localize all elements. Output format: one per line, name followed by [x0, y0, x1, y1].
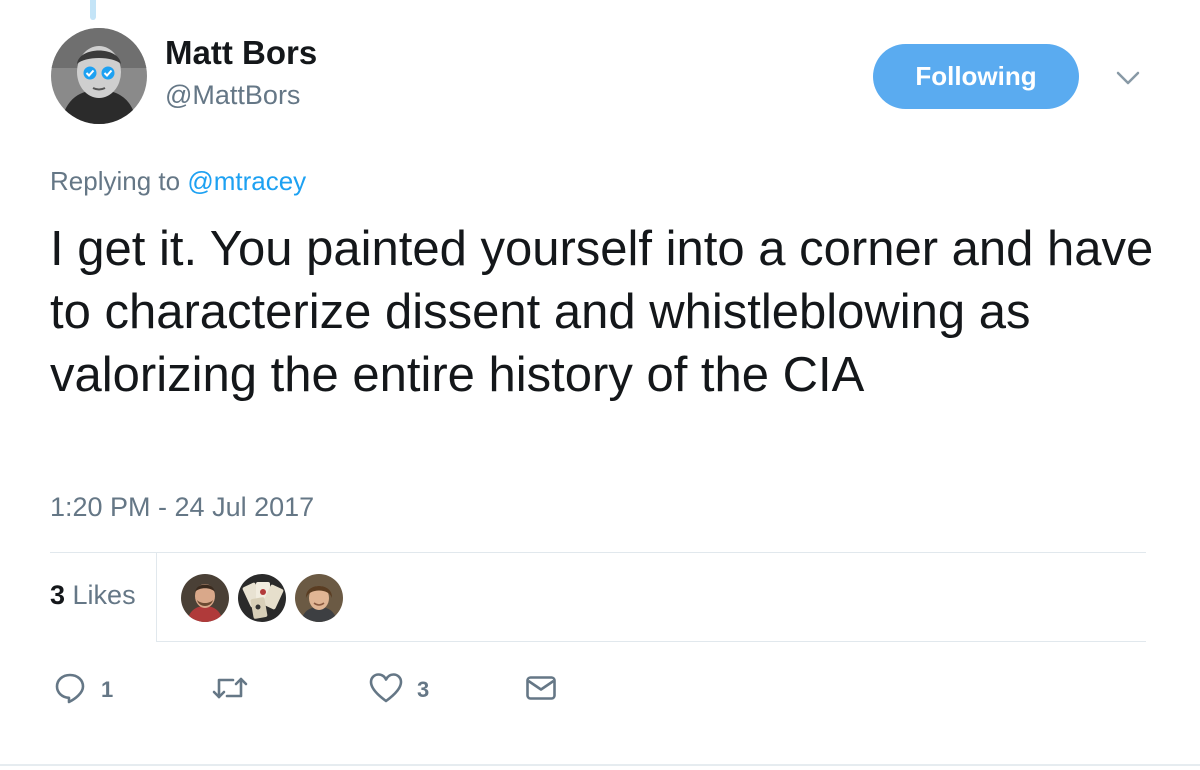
reply-icon: [53, 671, 87, 710]
stats-vertical-divider: [156, 553, 157, 641]
like-count: 3: [417, 677, 430, 702]
following-button[interactable]: Following: [873, 44, 1079, 109]
stats-bottom-divider: [156, 641, 1146, 642]
reply-count: 1: [101, 677, 114, 702]
envelope-icon: [525, 673, 557, 708]
author-avatar[interactable]: [51, 28, 147, 124]
reply-context-prefix: Replying to: [50, 166, 188, 196]
reply-mention-link[interactable]: @mtracey: [187, 166, 306, 196]
chevron-down-icon[interactable]: [1112, 64, 1144, 92]
author-handle[interactable]: @MattBors: [165, 80, 300, 111]
liker-avatar[interactable]: [238, 574, 286, 622]
likes-label: Likes: [65, 580, 136, 610]
tweet-text: I get it. You painted yourself into a co…: [50, 222, 1154, 402]
thread-connector-line: [90, 0, 96, 20]
likes-count: 3: [50, 580, 66, 610]
tweet-card: Matt Bors @MattBors Following Replying t…: [0, 0, 1200, 770]
tweet-bottom-border: [0, 764, 1200, 766]
likes-stat[interactable]: 3 Likes: [50, 580, 136, 611]
liker-avatar[interactable]: [295, 574, 343, 622]
retweet-action[interactable]: [211, 670, 263, 710]
liker-avatar[interactable]: [181, 574, 229, 622]
tweet-timestamp[interactable]: 1:20 PM - 24 Jul 2017: [50, 492, 314, 523]
retweet-icon: [211, 671, 249, 710]
like-action[interactable]: 3: [369, 670, 429, 710]
reply-context: Replying to @mtracey: [50, 166, 306, 197]
heart-icon: [369, 672, 403, 709]
author-display-name[interactable]: Matt Bors: [165, 34, 317, 72]
reply-action[interactable]: 1: [53, 670, 113, 710]
direct-message-action[interactable]: [525, 670, 557, 710]
stats-top-divider: [50, 552, 1146, 553]
